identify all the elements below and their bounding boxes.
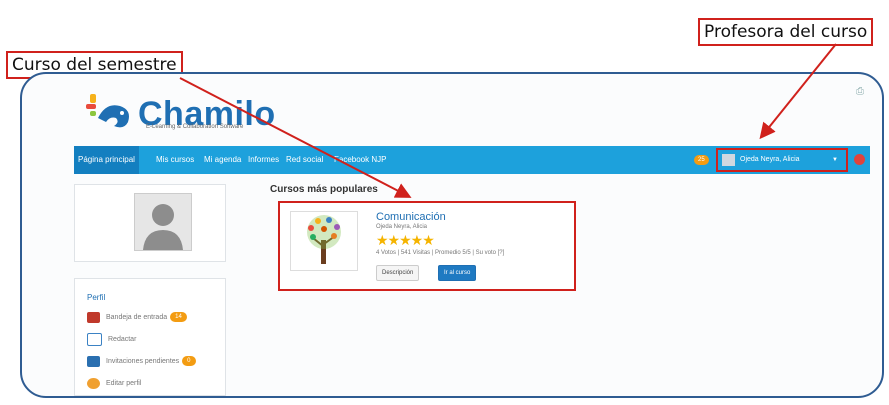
browser-window-frame: Chamilo E-Learning & Collaboration Softw… xyxy=(20,72,884,398)
sidebar-item-compose[interactable]: Redactar xyxy=(87,331,136,347)
nav-my-courses[interactable]: Mis cursos xyxy=(152,146,198,174)
sidebar-item-inbox[interactable]: Bandeja de entrada 14 xyxy=(87,309,187,325)
course-title-link[interactable]: Comunicación xyxy=(376,211,446,223)
star-rating-icon[interactable]: ★★★★★ xyxy=(376,232,435,248)
notification-badge[interactable]: 25 xyxy=(694,155,709,165)
popular-courses-heading: Cursos más populares xyxy=(270,184,378,195)
nav-reports[interactable]: Informes xyxy=(244,146,283,174)
sidebar-item-label: Redactar xyxy=(108,335,137,343)
course-thumbnail[interactable] xyxy=(290,211,358,271)
edit-profile-icon xyxy=(87,377,100,389)
chameleon-logo-icon xyxy=(84,88,136,132)
sidebar-item-label: Editar perfil xyxy=(106,379,142,387)
user-avatar-icon xyxy=(722,154,735,166)
inbox-count-badge: 14 xyxy=(170,312,187,322)
sidebar-item-invitations[interactable]: Invitaciones pendientes 0 xyxy=(87,353,196,369)
callout-teacher-label: Profesora del curso xyxy=(698,18,874,46)
sidebar-item-label: Bandeja de entrada xyxy=(106,313,168,321)
logout-icon[interactable] xyxy=(854,154,865,165)
logo-subtitle: E-Learning & Collaboration Software xyxy=(146,124,244,130)
user-menu-dropdown[interactable]: Ojeda Neyra, Alicia ▼ xyxy=(716,148,848,172)
chevron-down-icon: ▼ xyxy=(832,157,838,163)
go-to-course-button[interactable]: Ir al curso xyxy=(438,265,477,281)
profile-picture-panel xyxy=(74,184,226,262)
sidebar-item-edit-profile[interactable]: Editar perfil xyxy=(87,375,141,391)
main-navigation-bar: Página principal Mis cursos Mi agenda In… xyxy=(74,146,870,174)
user-name: Ojeda Neyra, Alicia xyxy=(740,156,800,163)
course-card: Comunicación Ojeda Neyra, Alicia ★★★★★ 4… xyxy=(278,201,576,291)
sidebar-item-label: Invitaciones pendientes xyxy=(106,357,180,365)
avatar xyxy=(134,193,192,251)
nav-social-network[interactable]: Red social xyxy=(282,146,327,174)
printer-icon[interactable]: ⎙ xyxy=(856,86,864,97)
inbox-icon xyxy=(87,311,100,323)
nav-agenda[interactable]: Mi agenda xyxy=(200,146,245,174)
envelope-icon xyxy=(87,332,102,346)
invitations-count-badge: 0 xyxy=(182,356,196,366)
course-teacher[interactable]: Ojeda Neyra, Alicia xyxy=(376,224,427,230)
description-button[interactable]: Descripción xyxy=(376,265,420,281)
nav-facebook[interactable]: Facebook NJP xyxy=(330,146,390,174)
profile-title: Perfil xyxy=(87,293,106,302)
profile-menu-panel: Perfil Bandeja de entrada 14 Redactar In… xyxy=(74,278,226,396)
invitation-icon xyxy=(87,355,100,367)
course-stats: 4 Votos | 541 Visitas | Promedio 5/5 | S… xyxy=(376,250,505,256)
nav-home[interactable]: Página principal xyxy=(74,146,139,174)
